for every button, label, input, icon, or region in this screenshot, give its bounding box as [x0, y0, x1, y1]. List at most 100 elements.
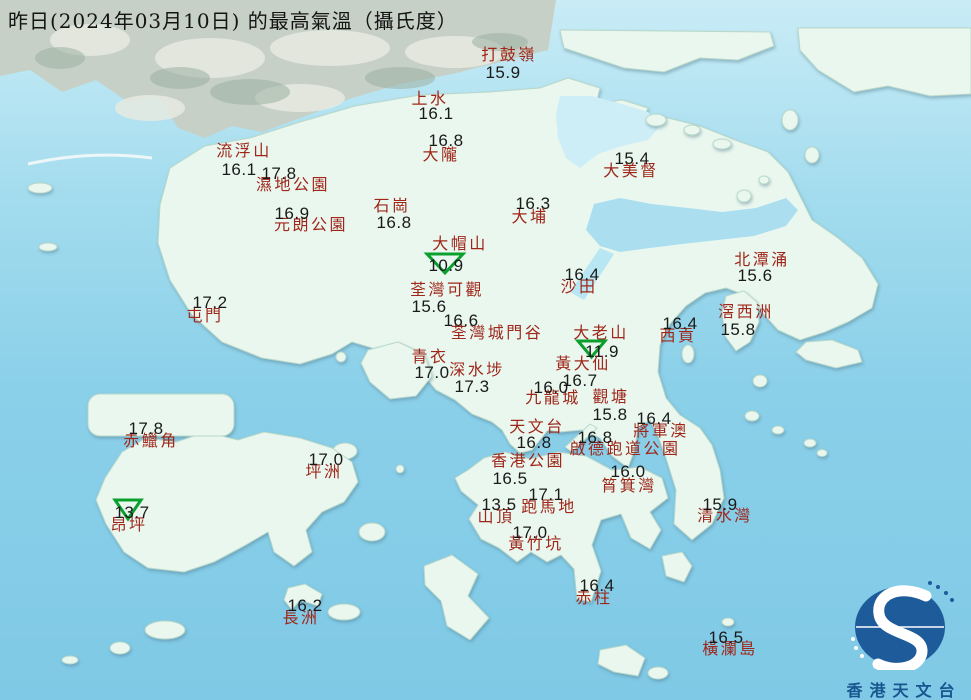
station-value: 16.0 — [610, 462, 646, 481]
station-label: 香港公園 16.5 — [0, 0, 971, 700]
station-value: 16.9 — [274, 204, 310, 223]
station-label: 元朗公園 16.9 — [0, 0, 971, 700]
station-value: 17.2 — [192, 293, 228, 312]
station-name: 荃灣可觀 — [409, 280, 485, 299]
station-name: 九龍城 — [525, 388, 581, 407]
station-label: 流浮山 16.1 — [0, 0, 971, 700]
station-value: 16.4 — [662, 314, 698, 333]
station-label: 黃大仙 16.7 — [0, 0, 971, 700]
station-value: 16.8 — [577, 428, 613, 447]
station-label: 昂坪 13.7 — [0, 0, 971, 700]
station-label: 石崗 16.8 — [0, 0, 971, 700]
station-value: 10.9 — [428, 256, 464, 275]
station-name: 橫瀾島 — [702, 639, 758, 658]
station-name: 天文台 — [509, 417, 565, 436]
station-label: 滘西洲 15.8 — [0, 0, 971, 700]
min-marker-icon — [112, 498, 144, 522]
station-name: 荃灣城門谷 — [450, 323, 544, 342]
station-name: 赤柱 — [575, 588, 613, 607]
station-name: 昂坪 — [110, 515, 148, 534]
min-marker-icon — [423, 252, 467, 276]
station-name: 深水埗 — [449, 360, 505, 379]
station-label: 啟德跑道公園 16.8 — [0, 0, 971, 700]
station-value: 16.0 — [533, 378, 569, 397]
station-value: 15.9 — [485, 63, 521, 82]
station-label: 西貢 16.4 — [0, 0, 971, 700]
station-name: 香港公園 — [490, 451, 566, 470]
station-name: 筲箕灣 — [601, 476, 657, 495]
station-label: 屯門 17.2 — [0, 0, 971, 700]
station-label: 青衣 17.0 — [0, 0, 971, 700]
station-name: 大埔 — [511, 207, 549, 226]
station-value: 15.8 — [592, 405, 628, 424]
station-name: 西貢 — [659, 326, 697, 345]
station-label: 將軍澳 16.4 — [0, 0, 971, 700]
station-value: 16.8 — [376, 213, 412, 232]
station-label: 打鼓嶺 15.9 — [0, 0, 971, 700]
station-value: 17.0 — [414, 363, 450, 382]
station-value: 16.5 — [708, 628, 744, 647]
station-label: 長洲 16.2 — [0, 0, 971, 700]
station-value: 17.0 — [512, 523, 548, 542]
station-name: 坪洲 — [305, 462, 343, 481]
station-value: 15.6 — [411, 297, 447, 316]
station-value: 16.8 — [428, 131, 464, 150]
station-label: 大隴 16.8 — [0, 0, 971, 700]
station-label: 赤柱 16.4 — [0, 0, 971, 700]
station-value: 16.6 — [443, 311, 479, 330]
station-label: 山頂 13.5 — [0, 0, 971, 700]
hko-logo-chinese: 香港天文台 — [846, 681, 962, 700]
station-label: 大美督 15.4 — [0, 0, 971, 700]
station-label: 天文台 16.8 — [0, 0, 971, 700]
station-value: 16.4 — [564, 265, 600, 284]
station-value: 15.6 — [737, 266, 773, 285]
hko-emblem-icon — [851, 581, 954, 674]
station-name: 上水 — [411, 89, 449, 108]
station-value: 17.1 — [528, 485, 564, 504]
station-name: 大帽山 — [432, 234, 488, 253]
stations-layer: 打鼓嶺 15.9 上水 16.1 大隴 16.8 大美督 15.4 流浮山 16… — [0, 0, 971, 700]
station-name: 流浮山 — [216, 141, 272, 160]
station-label: 沙田 16.4 — [0, 0, 971, 700]
hko-logo: 香港天文台 HONG KONG OBSERVATORY — [836, 578, 971, 700]
station-label: 上水 16.1 — [0, 0, 971, 700]
station-value: 16.3 — [515, 194, 551, 213]
station-label: 黃竹坑 17.0 — [0, 0, 971, 700]
station-name: 北潭涌 — [734, 250, 790, 269]
station-label: 筲箕灣 16.0 — [0, 0, 971, 700]
station-value: 13.7 — [114, 503, 150, 522]
station-value: 17.0 — [308, 450, 344, 469]
station-value: 15.4 — [614, 149, 650, 168]
station-name: 沙田 — [560, 277, 598, 296]
min-marker-icon — [574, 339, 609, 360]
station-name: 大隴 — [422, 145, 460, 164]
station-value: 17.8 — [128, 419, 164, 438]
station-name: 長洲 — [282, 608, 320, 627]
station-value: 15.9 — [702, 495, 738, 514]
station-name: 石崗 — [373, 196, 411, 215]
station-name: 大美督 — [603, 161, 659, 180]
station-value: 13.5 — [481, 495, 517, 514]
station-name: 啟德跑道公園 — [569, 439, 681, 458]
station-label: 大老山 11.9 — [0, 0, 971, 700]
station-value: 16.5 — [492, 469, 528, 488]
station-label: 坪洲 17.0 — [0, 0, 971, 700]
station-name: 滘西洲 — [718, 302, 774, 321]
station-name: 觀塘 — [592, 387, 630, 406]
station-label: 荃灣可觀 15.6 — [0, 0, 971, 700]
station-value: 16.8 — [516, 433, 552, 452]
station-label: 北潭涌 15.6 — [0, 0, 971, 700]
station-name: 清水灣 — [697, 506, 753, 525]
station-value: 17.3 — [454, 377, 490, 396]
station-value: 15.8 — [720, 320, 756, 339]
station-label: 大帽山 10.9 — [0, 0, 971, 700]
station-value: 16.4 — [636, 409, 672, 428]
station-label: 大埔 16.3 — [0, 0, 971, 700]
station-name: 元朗公園 — [273, 215, 349, 234]
station-value: 16.7 — [562, 371, 598, 390]
station-name: 大老山 — [573, 323, 629, 342]
station-label: 橫瀾島 16.5 — [0, 0, 971, 700]
station-label: 濕地公園 17.8 — [0, 0, 971, 700]
station-label: 赤鱲角 17.8 — [0, 0, 971, 700]
station-name: 濕地公園 — [255, 175, 331, 194]
